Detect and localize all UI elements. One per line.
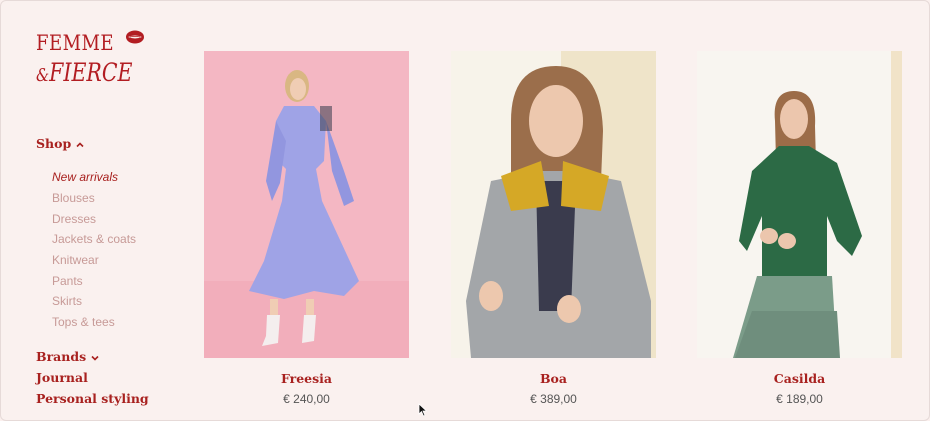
product-image-boa[interactable] [451,51,656,358]
product-price: € 389,00 [530,392,577,406]
shop-page: FEMME &FIERCE Shop New arrivals Blouses … [0,0,930,421]
nav-personal-styling[interactable]: Personal styling [36,391,149,406]
nav-journal[interactable]: Journal [36,370,88,385]
lips-icon [126,30,144,44]
product-price: € 240,00 [283,392,330,406]
brand-logo[interactable]: FEMME &FIERCE [36,29,148,89]
nav-item-skirts[interactable]: Skirts [52,294,82,308]
product-name[interactable]: Casilda [697,371,902,386]
nav-item-new-arrivals[interactable]: New arrivals [52,170,118,184]
nav-item-pants[interactable]: Pants [52,274,83,288]
nav-item-blouses[interactable]: Blouses [52,191,95,205]
product-image-freesia[interactable] [204,51,409,358]
mouse-cursor-icon [418,403,428,417]
product-name[interactable]: Boa [451,371,656,386]
product-image-casilda[interactable] [697,51,902,358]
nav-item-knitwear[interactable]: Knitwear [52,253,99,267]
chevron-down-icon [91,355,99,361]
product-price: € 189,00 [776,392,823,406]
nav-shop[interactable]: Shop [36,136,85,151]
nav-brands[interactable]: Brands [36,349,100,364]
nav-item-jackets-coats[interactable]: Jackets & coats [52,232,136,246]
nav-item-tops-tees[interactable]: Tops & tees [52,315,115,329]
nav-shop-label: Shop [36,136,72,151]
nav-brands-label: Brands [36,349,87,364]
chevron-up-icon [76,141,84,147]
product-name[interactable]: Freesia [204,371,409,386]
nav-item-dresses[interactable]: Dresses [52,212,96,226]
brand-line-2: &FIERCE [36,58,133,87]
brand-line-1: FEMME [36,31,115,55]
